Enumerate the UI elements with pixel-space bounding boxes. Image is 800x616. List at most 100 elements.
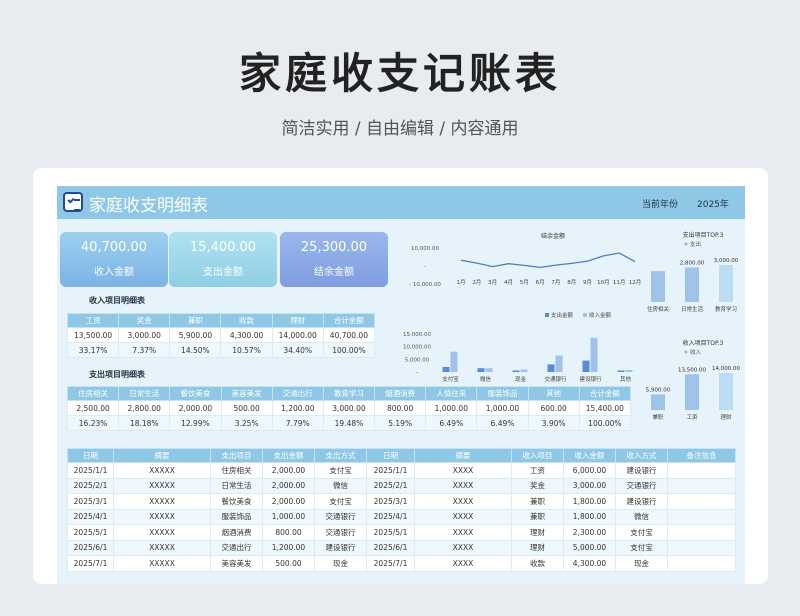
table-cell[interactable]: 2,000.00 (262, 462, 315, 479)
table-cell[interactable]: 5.19% (374, 415, 427, 431)
table-cell[interactable]: 500.00 (220, 400, 273, 416)
table-cell[interactable]: 2025/6/1 (366, 539, 415, 556)
table-cell[interactable]: 3.25% (220, 415, 273, 431)
table-cell[interactable]: 建设银行 (314, 539, 367, 556)
table-cell[interactable]: 2025/2/1 (366, 477, 415, 494)
table-cell[interactable]: 6.49% (425, 415, 478, 431)
table-cell[interactable] (667, 555, 736, 572)
table-cell[interactable]: XXXXX (113, 539, 211, 556)
table-cell[interactable]: 2025/4/1 (366, 508, 415, 525)
table-cell[interactable]: 15,400.00 (578, 400, 632, 416)
table-cell[interactable]: 4,300.00 (220, 327, 273, 343)
table-cell[interactable]: 2025/1/1 (67, 462, 114, 479)
table-cell[interactable]: 600.00 (527, 400, 580, 416)
table-cell[interactable]: 交通银行 (314, 508, 367, 525)
table-cell[interactable]: 7.37% (118, 342, 171, 358)
table-cell[interactable]: 14,000.00 (271, 327, 324, 343)
table-cell[interactable] (667, 508, 736, 525)
table-cell[interactable]: 服装饰品 (210, 508, 263, 525)
table-cell[interactable]: XXXX (414, 555, 512, 572)
table-cell[interactable]: 2025/3/1 (366, 493, 415, 510)
table-cell[interactable]: 交通银行 (314, 524, 367, 541)
table-cell[interactable]: 理财 (511, 524, 564, 541)
table-cell[interactable]: 800.00 (374, 400, 427, 416)
table-cell[interactable] (667, 539, 736, 556)
table-cell[interactable]: 2,000.00 (262, 493, 315, 510)
table-cell[interactable]: 烟酒消费 (210, 524, 263, 541)
table-cell[interactable]: 7.79% (271, 415, 324, 431)
table-cell[interactable]: 支付宝 (314, 493, 367, 510)
table-cell[interactable]: 建设银行 (615, 462, 668, 479)
table-cell[interactable]: 2,500.00 (66, 400, 120, 416)
table-cell[interactable]: 美容美发 (210, 555, 263, 572)
year-value[interactable]: 2025年 (697, 197, 729, 210)
table-cell[interactable]: 2025/2/1 (67, 477, 114, 494)
table-cell[interactable]: 14.50% (169, 342, 222, 358)
table-cell[interactable]: 2025/5/1 (366, 524, 415, 541)
table-cell[interactable]: 工资 (511, 462, 564, 479)
table-cell[interactable]: 奖金 (511, 477, 564, 494)
table-cell[interactable]: 理财 (511, 539, 564, 556)
table-cell[interactable]: XXXX (414, 462, 512, 479)
table-cell[interactable]: 日常生活 (210, 477, 263, 494)
table-cell[interactable]: 5,000.00 (563, 539, 616, 556)
table-cell[interactable]: 2,300.00 (563, 524, 616, 541)
table-cell[interactable]: 餐饮美食 (210, 493, 263, 510)
table-cell[interactable]: 33.17% (66, 342, 120, 358)
table-cell[interactable]: 12.99% (169, 415, 222, 431)
table-cell[interactable] (667, 462, 736, 479)
table-cell[interactable]: 建设银行 (615, 493, 668, 510)
table-cell[interactable]: 微信 (314, 477, 367, 494)
table-cell[interactable]: 微信 (615, 508, 668, 525)
table-cell[interactable]: 100.00% (578, 415, 632, 431)
table-cell[interactable]: XXXX (414, 508, 512, 525)
table-cell[interactable]: 5,900.00 (169, 327, 222, 343)
table-cell[interactable]: 500.00 (262, 555, 315, 572)
table-cell[interactable]: XXXX (414, 524, 512, 541)
table-cell[interactable]: 收款 (511, 555, 564, 572)
table-cell[interactable]: 1,800.00 (563, 493, 616, 510)
table-cell[interactable]: 3,000.00 (563, 477, 616, 494)
table-cell[interactable]: XXXX (414, 539, 512, 556)
table-cell[interactable]: 2025/6/1 (67, 539, 114, 556)
table-cell[interactable]: 16.23% (66, 415, 120, 431)
table-cell[interactable]: 40,700.00 (322, 327, 376, 343)
table-cell[interactable]: 1,200.00 (271, 400, 324, 416)
table-cell[interactable]: 1,000.00 (476, 400, 529, 416)
table-cell[interactable]: 交通出行 (210, 539, 263, 556)
table-cell[interactable]: 100.00% (322, 342, 376, 358)
table-cell[interactable]: 6.49% (476, 415, 529, 431)
table-cell[interactable]: 2025/3/1 (67, 493, 114, 510)
table-cell[interactable]: XXXX (414, 493, 512, 510)
table-cell[interactable]: 现金 (615, 555, 668, 572)
table-cell[interactable]: 3.90% (527, 415, 580, 431)
table-cell[interactable]: 兼职 (511, 508, 564, 525)
table-cell[interactable] (667, 477, 736, 494)
table-cell[interactable]: 2025/4/1 (67, 508, 114, 525)
table-cell[interactable]: 交通银行 (615, 477, 668, 494)
table-cell[interactable]: 1,800.00 (563, 508, 616, 525)
table-cell[interactable]: 1,200.00 (262, 539, 315, 556)
table-cell[interactable]: 支付宝 (314, 462, 367, 479)
table-cell[interactable]: 现金 (314, 555, 367, 572)
table-cell[interactable] (667, 524, 736, 541)
table-cell[interactable]: 3,000.00 (118, 327, 171, 343)
table-cell[interactable]: XXXXX (113, 555, 211, 572)
table-cell[interactable]: 2025/5/1 (67, 524, 114, 541)
table-cell[interactable]: 800.00 (262, 524, 315, 541)
table-cell[interactable]: 6,000.00 (563, 462, 616, 479)
table-cell[interactable]: 34.40% (271, 342, 324, 358)
table-cell[interactable]: 4,300.00 (563, 555, 616, 572)
table-cell[interactable]: XXXXX (113, 493, 211, 510)
table-cell[interactable]: 2025/7/1 (366, 555, 415, 572)
table-cell[interactable]: 支付宝 (615, 524, 668, 541)
table-cell[interactable] (667, 493, 736, 510)
table-cell[interactable]: 2,800.00 (118, 400, 171, 416)
table-cell[interactable]: XXXX (414, 477, 512, 494)
table-cell[interactable]: 兼职 (511, 493, 564, 510)
table-cell[interactable]: XXXXX (113, 477, 211, 494)
table-cell[interactable]: 2,000.00 (262, 477, 315, 494)
table-cell[interactable]: 3,000.00 (322, 400, 376, 416)
table-cell[interactable]: 2025/7/1 (67, 555, 114, 572)
table-cell[interactable]: 住房相关 (210, 462, 263, 479)
